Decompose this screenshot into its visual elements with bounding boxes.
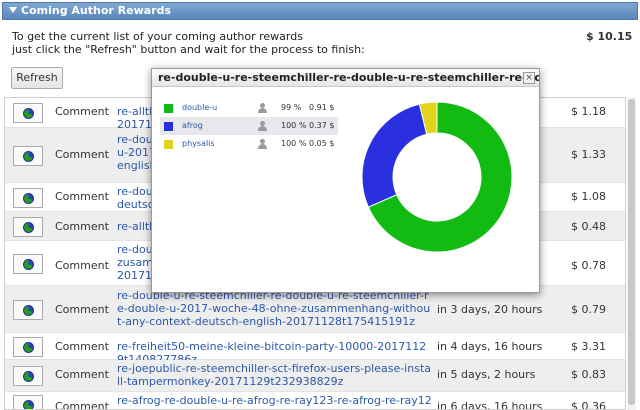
beneficiary-name[interactable]: afrog — [182, 117, 203, 135]
table-scrollbar[interactable] — [627, 97, 636, 410]
row-type: Comment — [55, 148, 109, 161]
row-type: Comment — [55, 340, 109, 353]
reward-amount: $ 0.78 — [571, 259, 606, 272]
intro-line-2: just click the "Refresh" button and wait… — [12, 43, 365, 56]
pie-chart-button[interactable] — [13, 395, 43, 409]
payout-time: in 3 days, 20 hours — [437, 303, 543, 316]
beneficiary-percent: 100 % — [281, 121, 307, 130]
permlink[interactable]: re-afrog-re-double-u-re-afrog-re-ray123-… — [117, 394, 433, 409]
pie-chart-button[interactable] — [13, 337, 43, 357]
reward-amount: $ 1.33 — [571, 148, 606, 161]
beneficiary-donut-chart — [361, 101, 513, 253]
payout-time: in 5 days, 2 hours — [437, 368, 536, 381]
payout-time: in 4 days, 16 hours — [437, 340, 543, 353]
collapse-triangle-icon[interactable] — [9, 7, 17, 13]
permlink[interactable]: re-double-u-re-steemchiller-re-double-u-… — [117, 289, 433, 328]
row-type: Comment — [55, 400, 109, 410]
reward-amount: $ 0.36 — [571, 400, 606, 410]
user-icon — [258, 139, 267, 149]
reward-amount: $ 1.18 — [571, 105, 606, 118]
pie-chart-button[interactable] — [13, 254, 43, 274]
beneficiary-percent: 99 % — [281, 103, 302, 112]
payout-time: in 6 days, 16 hours — [437, 400, 543, 410]
legend-swatch — [164, 104, 173, 113]
beneficiary-name[interactable]: physalis — [182, 135, 215, 153]
table-row: Comment re-freiheit50-meine-kleine-bitcoi… — [5, 333, 625, 366]
pie-chart-button[interactable] — [13, 146, 43, 166]
pie-chart-icon — [23, 305, 34, 316]
pie-chart-icon — [23, 151, 34, 162]
beneficiary-amount: 0.37 $ — [309, 121, 335, 130]
legend-swatch — [164, 122, 173, 131]
intro-text: To get the current list of your coming a… — [12, 30, 365, 56]
donut-slice-afrog[interactable] — [361, 103, 428, 208]
permlink[interactable]: re-joepublic-re-steemchiller-sct-firefox… — [117, 362, 433, 388]
dialog-title: re-double-u-re-steemchiller-re-double-u-… — [152, 69, 539, 87]
pie-chart-button[interactable] — [13, 300, 43, 320]
row-type: Comment — [55, 190, 109, 203]
beneficiary-percent: 100 % — [281, 139, 307, 148]
row-type: Comment — [55, 303, 109, 316]
scrollbar-thumb[interactable] — [628, 99, 635, 405]
pie-chart-icon — [23, 400, 34, 409]
pie-chart-button[interactable] — [13, 217, 43, 237]
beneficiary-amount: 0.91 $ — [309, 103, 335, 112]
legend-swatch — [164, 140, 173, 149]
pie-chart-button[interactable] — [13, 188, 43, 208]
reward-amount: $ 0.79 — [571, 303, 606, 316]
beneficiary-legend: double-u 99 % 0.91 $ afrog 100 % 0.37 $ physal… — [160, 99, 338, 153]
reward-amount: $ 0.83 — [571, 368, 606, 381]
row-type: Comment — [55, 368, 109, 381]
table-row: Comment re-afrog-re-double-u-re-afrog-re-… — [5, 392, 625, 410]
intro-line-1: To get the current list of your coming a… — [12, 30, 303, 43]
pie-chart-icon — [23, 342, 34, 353]
total-amount: $ 10.15 — [586, 30, 633, 43]
panel-title: Coming Author Rewards — [21, 4, 172, 17]
user-icon — [258, 103, 267, 113]
pie-chart-icon — [23, 259, 34, 270]
legend-row: physalis 100 % 0.05 $ — [160, 135, 338, 153]
close-icon[interactable]: × — [523, 72, 535, 84]
table-row: Comment re-joepublic-re-steemchiller-sct-… — [5, 360, 625, 392]
table-row: Comment re-double-u-re-steemchiller-re-do… — [5, 286, 625, 333]
pie-chart-icon — [23, 222, 34, 233]
reward-amount: $ 1.08 — [571, 190, 606, 203]
row-type: Comment — [55, 220, 109, 233]
reward-amount: $ 3.31 — [571, 340, 606, 353]
pie-chart-icon — [23, 371, 34, 382]
legend-row: afrog 100 % 0.37 $ — [160, 117, 338, 135]
panel-header[interactable]: Coming Author Rewards — [2, 2, 638, 20]
reward-amount: $ 0.48 — [571, 220, 606, 233]
beneficiary-name[interactable]: double-u — [182, 99, 217, 117]
beneficiary-amount: 0.05 $ — [309, 139, 335, 148]
pie-chart-icon — [23, 108, 34, 119]
row-type: Comment — [55, 259, 109, 272]
pie-chart-button[interactable] — [13, 366, 43, 386]
row-type: Comment — [55, 105, 109, 118]
refresh-button[interactable]: Refresh — [11, 67, 63, 89]
reward-breakdown-dialog: re-double-u-re-steemchiller-re-double-u-… — [151, 68, 540, 293]
legend-row: double-u 99 % 0.91 $ — [160, 99, 338, 117]
user-icon — [258, 121, 267, 131]
pie-chart-icon — [23, 193, 34, 204]
pie-chart-button[interactable] — [13, 103, 43, 123]
